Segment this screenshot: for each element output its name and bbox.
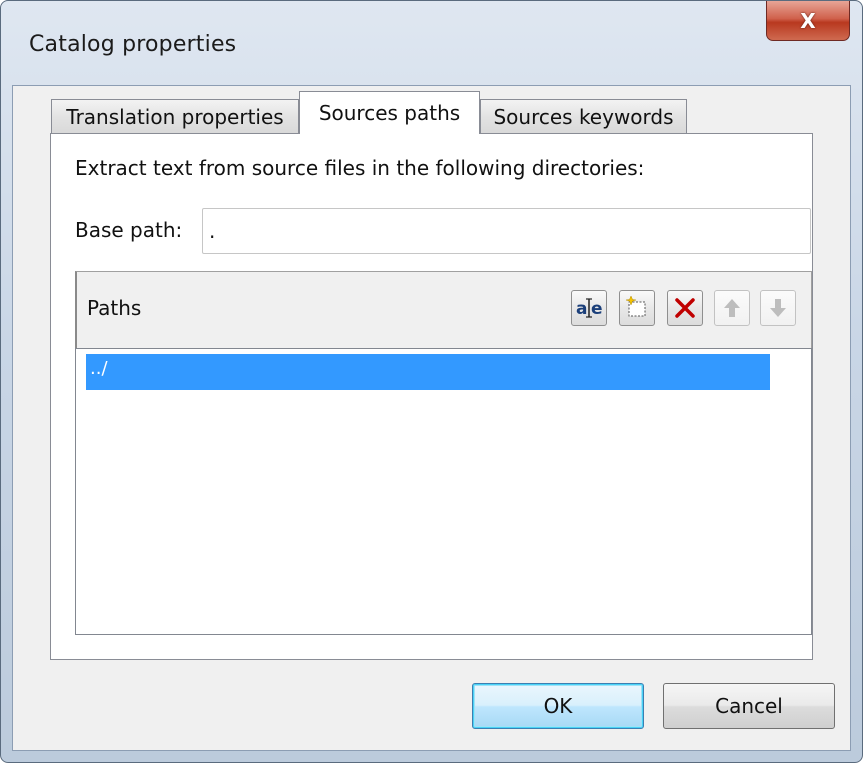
move-down-icon: [770, 299, 786, 317]
title-bar[interactable]: Catalog properties X: [1, 1, 862, 85]
description-text: Extract text from source files in the fo…: [75, 156, 645, 180]
tab-sources-paths[interactable]: Sources paths: [299, 91, 480, 134]
base-path-input[interactable]: .: [202, 208, 811, 254]
ok-button[interactable]: OK: [472, 683, 644, 729]
dialog-client-area: Translation properties Sources paths Sou…: [12, 85, 851, 751]
svg-text:a: a: [576, 299, 587, 319]
dialog-title: Catalog properties: [29, 32, 237, 57]
edit-item-icon: a e: [576, 298, 603, 319]
new-item-button[interactable]: [619, 290, 655, 326]
cancel-button-label: Cancel: [715, 694, 783, 718]
close-icon: X: [800, 8, 816, 33]
tab-translation-properties[interactable]: Translation properties: [51, 99, 299, 133]
tab-label: Sources paths: [318, 101, 461, 125]
sources-paths-panel: Extract text from source files in the fo…: [50, 133, 813, 660]
paths-list-header: Paths a e: [75, 271, 812, 349]
tab-label: Sources keywords: [493, 104, 674, 129]
move-up-button[interactable]: [714, 290, 750, 326]
catalog-properties-dialog: Catalog properties X Translation propert…: [0, 0, 863, 763]
delete-icon: [675, 298, 695, 318]
close-button[interactable]: X: [766, 1, 850, 41]
delete-button[interactable]: [667, 290, 703, 326]
paths-header-label: Paths: [87, 296, 142, 320]
ok-button-label: OK: [543, 694, 573, 718]
tab-sources-keywords[interactable]: Sources keywords: [480, 99, 687, 133]
base-path-label: Base path:: [75, 218, 183, 242]
new-item-icon: [625, 295, 646, 317]
paths-list[interactable]: ../: [75, 348, 812, 635]
list-item[interactable]: ../: [86, 354, 770, 390]
move-down-button[interactable]: [760, 290, 796, 326]
tab-label: Translation properties: [66, 104, 284, 129]
svg-text:e: e: [591, 299, 603, 319]
move-up-icon: [724, 299, 740, 317]
cancel-button[interactable]: Cancel: [663, 683, 835, 729]
edit-item-button[interactable]: a e: [571, 290, 607, 326]
